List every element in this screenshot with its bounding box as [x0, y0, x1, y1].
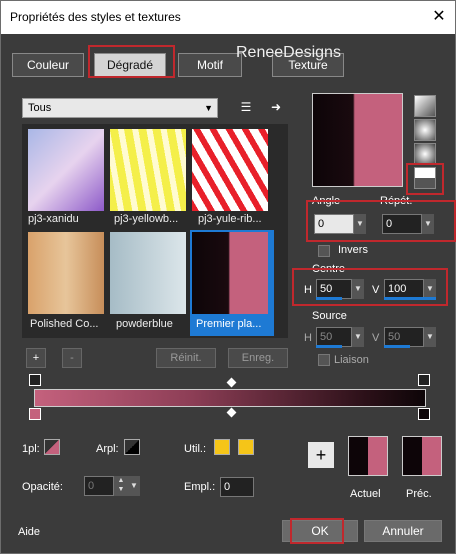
previous-preview[interactable] [402, 436, 442, 476]
help-link[interactable]: Aide [18, 526, 40, 538]
gradient-label: powderblue [116, 318, 173, 330]
gradient-bar[interactable] [34, 389, 426, 407]
category-dropdown[interactable]: Tous ▼ [22, 98, 218, 118]
highlight-box [292, 268, 448, 306]
tab-pattern[interactable]: Motif [178, 53, 242, 77]
save-button[interactable]: Enreg. [228, 348, 288, 368]
source-h-dropdown[interactable]: ▼ [352, 327, 364, 347]
close-icon[interactable]: ✕ [428, 6, 450, 28]
rectangular-gradient-icon[interactable] [414, 119, 436, 141]
gradient-label: pj3-xanidu [28, 213, 79, 225]
location-label: Empl.: [184, 481, 216, 493]
category-value: Tous [28, 102, 52, 114]
gradient-thumb-polished[interactable]: Polished Co... [26, 230, 106, 330]
gradient-preview [312, 93, 403, 187]
arrplan-swatch[interactable] [124, 439, 140, 455]
util-swatch-1[interactable] [214, 439, 230, 455]
source-h-input[interactable]: 50 [316, 327, 352, 347]
gradient-thumb-yule[interactable]: pj3-yule-rib... [190, 127, 270, 225]
add-button[interactable]: + [26, 348, 46, 368]
color-marker-left[interactable] [29, 408, 41, 420]
reset-button[interactable]: Réinit. [156, 348, 216, 368]
radial-gradient-icon[interactable] [414, 143, 436, 165]
invert-checkbox[interactable] [318, 245, 330, 257]
opacity-dropdown[interactable]: ▼ [128, 476, 140, 496]
gradient-thumb-premier-plan[interactable]: Premier pla... [190, 230, 274, 336]
gradient-thumb-xanidu[interactable]: pj3-xanidu [26, 127, 106, 225]
source-v-slider[interactable] [384, 345, 410, 348]
source-v-label: V [372, 332, 380, 344]
window-title: Propriétés des styles et textures [10, 10, 181, 24]
source-h-label: H [304, 332, 312, 344]
previous-label: Préc. [406, 488, 432, 500]
first-plan-label: 1pl: [22, 443, 40, 455]
linear-gradient-icon[interactable] [414, 95, 436, 117]
opacity-spinner[interactable]: ▲ ▼ [114, 476, 128, 496]
util-label: Util.: [184, 443, 206, 455]
gradient-thumb-powderblue[interactable]: powderblue [108, 230, 188, 330]
location-input[interactable]: 0 [220, 477, 254, 497]
source-label: Source [312, 310, 347, 322]
list-view-icon[interactable]: ☰ [236, 97, 256, 117]
opacity-marker-left[interactable] [29, 374, 41, 386]
highlight-box [290, 518, 344, 544]
cancel-button[interactable]: Annuler [364, 520, 442, 542]
util-swatch-2[interactable] [238, 439, 254, 455]
source-v-dropdown[interactable]: ▼ [424, 327, 436, 347]
highlight-box [306, 200, 456, 242]
current-label: Actuel [350, 488, 381, 500]
opacity-input[interactable]: 0 [84, 476, 114, 496]
color-marker-right[interactable] [418, 408, 430, 420]
gradient-label: pj3-yellowb... [114, 213, 179, 225]
highlight-box [406, 163, 444, 195]
link-label: Liaison [334, 354, 369, 366]
gallery-scrollbar[interactable] [278, 124, 288, 338]
gradient-label: pj3-yule-rib... [198, 213, 262, 225]
first-plan-swatch[interactable] [44, 439, 60, 455]
gradient-label: Premier pla... [196, 318, 262, 330]
source-v-input[interactable]: 50 [384, 327, 424, 347]
add-to-library-button[interactable]: + [308, 442, 334, 468]
current-preview [348, 436, 388, 476]
chevron-down-icon: ▼ [204, 103, 213, 113]
tab-color[interactable]: Couleur [12, 53, 84, 77]
source-h-slider[interactable] [316, 345, 342, 348]
opacity-label: Opacité: [22, 481, 63, 493]
link-checkbox[interactable] [318, 354, 330, 366]
watermark: ReneeDesigns [236, 44, 341, 61]
remove-button[interactable]: - [62, 348, 82, 368]
arrplan-label: Arpl: [96, 443, 119, 455]
invert-label: Invers [338, 244, 368, 256]
gradient-thumb-yellow[interactable]: pj3-yellowb... [108, 127, 188, 225]
highlight-box [88, 45, 175, 78]
gradient-label: Polished Co... [30, 318, 99, 330]
opacity-marker-right[interactable] [418, 374, 430, 386]
arrow-right-icon[interactable]: ➜ [266, 97, 286, 117]
